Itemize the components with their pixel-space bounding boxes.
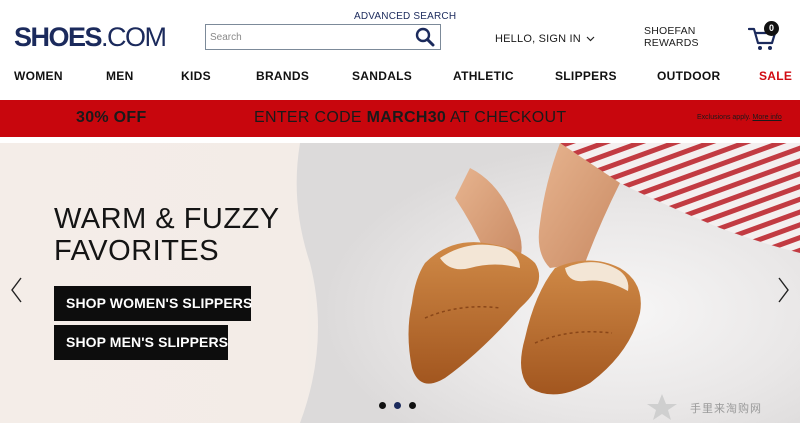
shop-mens-slippers-button[interactable]: SHOP MEN'S SLIPPERS <box>54 325 228 360</box>
nav-item-athletic[interactable]: ATHLETIC <box>453 69 514 83</box>
carousel-dots <box>379 402 423 412</box>
nav-item-brands[interactable]: BRANDS <box>256 69 309 83</box>
main-nav: WOMEN MEN KIDS BRANDS SANDALS ATHLETIC S… <box>0 69 800 87</box>
nav-item-slippers[interactable]: SLIPPERS <box>555 69 617 83</box>
watermark-text: 手里来淘购网 <box>690 402 762 415</box>
logo-bold-text: SHOES <box>14 22 103 52</box>
promo-exclusions: Exclusions apply. More info <box>697 114 782 121</box>
more-info-link[interactable]: More info <box>753 114 782 121</box>
rewards-line2: REWARDS <box>644 37 699 49</box>
search-button[interactable] <box>414 27 436 47</box>
star-icon <box>647 394 677 420</box>
carousel-dot[interactable] <box>379 402 386 409</box>
nav-item-sale[interactable]: SALE <box>759 69 792 83</box>
carousel-prev-button[interactable] <box>9 276 25 304</box>
rewards-line1: SHOEFAN <box>644 25 696 37</box>
hero-title-line2: FAVORITES <box>54 235 220 267</box>
nav-item-men[interactable]: MEN <box>106 69 134 83</box>
nav-item-women[interactable]: WOMEN <box>14 69 63 83</box>
chevron-right-icon <box>778 277 789 303</box>
logo-light-text: .COM <box>101 22 167 52</box>
promo-banner[interactable]: 30% OFF ENTER CODE MARCH30 AT CHECKOUT E… <box>0 100 800 137</box>
carousel-dot[interactable] <box>394 402 401 409</box>
rewards-link[interactable]: SHOEFAN REWARDS <box>644 25 699 49</box>
promo-code-suffix: AT CHECKOUT <box>446 109 567 126</box>
promo-discount: 30% OFF <box>76 109 147 126</box>
nav-item-kids[interactable]: KIDS <box>181 69 211 83</box>
watermark: 手里来淘购网 <box>640 392 790 422</box>
hero-title-line1: WARM & FUZZY <box>54 203 280 235</box>
sign-in-label: HELLO, SIGN IN <box>495 33 581 45</box>
promo-code-prefix: ENTER CODE <box>254 109 367 126</box>
hero-slipper-image[interactable] <box>0 143 800 423</box>
search-input[interactable] <box>210 28 410 46</box>
shop-womens-slippers-button[interactable]: SHOP WOMEN'S SLIPPERS <box>54 286 252 321</box>
exclusions-text: Exclusions apply. <box>697 114 751 121</box>
cart-count-badge: 0 <box>764 21 779 36</box>
page-bottom <box>0 423 800 442</box>
site-logo[interactable]: SHOES.COM <box>14 22 167 52</box>
chevron-left-icon <box>11 277 22 303</box>
carousel-next-button[interactable] <box>775 276 791 304</box>
nav-item-outdoor[interactable]: OUTDOOR <box>657 69 720 83</box>
chevron-down-icon <box>586 36 595 42</box>
nav-item-sandals[interactable]: SANDALS <box>352 69 412 83</box>
hero-carousel: WARM & FUZZY FAVORITES SHOP WOMEN'S SLIP… <box>0 143 800 423</box>
carousel-dot[interactable] <box>409 402 416 409</box>
search-icon <box>415 27 435 47</box>
promo-code-text: ENTER CODE MARCH30 AT CHECKOUT <box>254 109 566 127</box>
advanced-search-link[interactable]: ADVANCED SEARCH <box>354 11 456 22</box>
promo-code: MARCH30 <box>366 109 447 126</box>
hero-title: WARM & FUZZY FAVORITES <box>54 203 280 267</box>
search-box <box>205 24 441 50</box>
cart-button[interactable]: 0 <box>747 21 782 52</box>
sign-in-menu[interactable]: HELLO, SIGN IN <box>495 33 595 45</box>
